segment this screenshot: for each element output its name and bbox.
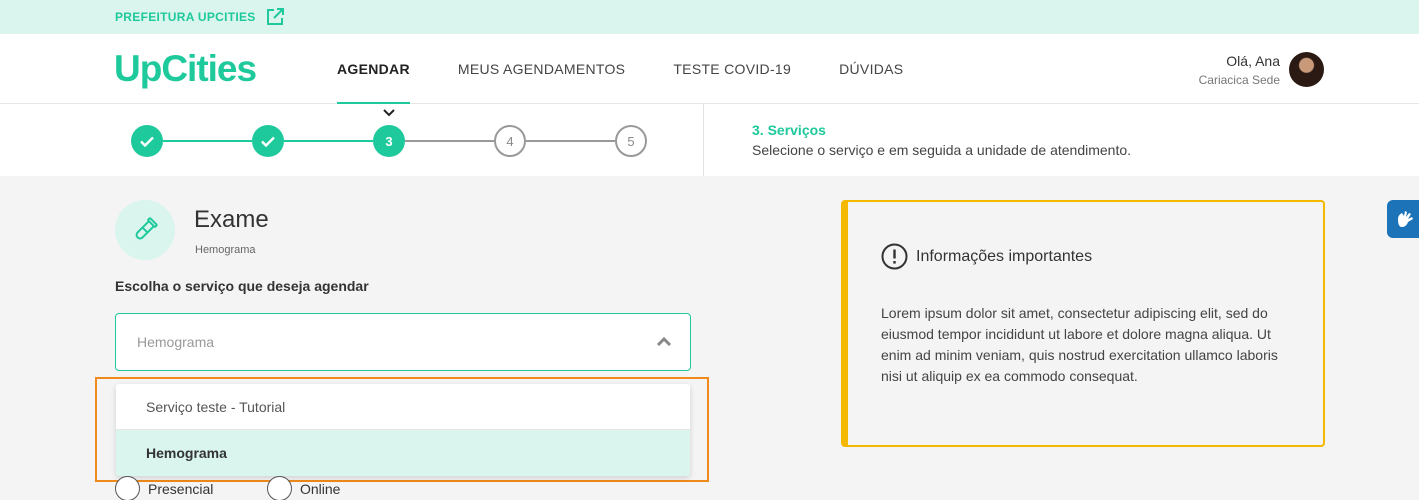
sign-language-icon <box>1398 211 1413 227</box>
logo[interactable]: UpCities <box>114 48 257 90</box>
user-menu[interactable]: Olá, Ana Cariacica Sede <box>1199 52 1324 87</box>
dropdown-option-servico-teste[interactable]: Serviço teste - Tutorial <box>116 384 690 430</box>
user-location: Cariacica Sede <box>1198 72 1280 87</box>
chevron-down-icon <box>383 109 395 117</box>
check-icon <box>261 136 275 147</box>
service-subtitle: Hemograma <box>195 244 256 256</box>
info-text: Lorem ipsum dolor sit amet, consectetur … <box>881 305 1278 384</box>
nav-item-teste-covid[interactable]: TESTE COVID-19 <box>673 34 791 104</box>
radio-label: Online <box>300 480 341 497</box>
radio-circle[interactable] <box>267 476 292 500</box>
user-greeting: Olá, Ana <box>1226 52 1280 69</box>
test-tube-icon <box>115 200 175 260</box>
nav-item-meus-agendamentos[interactable]: MEUS AGENDAMENTOS <box>458 34 625 104</box>
step-2[interactable] <box>252 125 284 157</box>
nav-item-duvidas[interactable]: DÚVIDAS <box>839 34 903 104</box>
prefeitura-link-label: PREFEITURA UPCITIES <box>115 10 256 24</box>
main-nav: AGENDAR MEUS AGENDAMENTOS TESTE COVID-19… <box>337 34 903 104</box>
top-bar: PREFEITURA UPCITIES <box>0 0 1419 34</box>
step-description: Selecione o serviço e em seguida a unida… <box>752 142 1132 158</box>
step-connector <box>284 140 373 142</box>
stepper: 3 4 5 <box>131 125 647 157</box>
step-5: 5 <box>615 125 647 157</box>
user-text: Olá, Ana Cariacica Sede <box>1199 53 1280 87</box>
accessibility-button[interactable] <box>1387 200 1419 238</box>
stepper-bar: 3 4 5 3. Serviços Selecione o serviço e … <box>0 104 1419 176</box>
step-connector <box>163 140 252 142</box>
nav-item-agendar[interactable]: AGENDAR <box>337 34 410 104</box>
dropdown-option-hemograma[interactable]: Hemograma <box>116 430 690 476</box>
exclamation-circle-icon <box>881 243 908 270</box>
step-info: 3. Serviços Selecione o serviço e em seg… <box>752 122 1131 158</box>
header: UpCities AGENDAR MEUS AGENDAMENTOS TESTE… <box>0 34 1419 104</box>
radio-label: Presencial <box>148 480 214 497</box>
step-connector <box>405 140 494 142</box>
avatar[interactable] <box>1289 52 1324 87</box>
check-icon <box>140 136 154 147</box>
radio-online[interactable]: Online <box>267 476 340 500</box>
step-title: 3. Serviços <box>752 122 826 138</box>
info-header: Informações importantes <box>881 243 1092 270</box>
step-connector <box>526 140 615 142</box>
prefeitura-link[interactable]: PREFEITURA UPCITIES <box>115 8 284 26</box>
step-4: 4 <box>494 125 526 157</box>
service-select-label: Escolha o serviço que deseja agendar <box>115 278 369 294</box>
service-title: Exame <box>194 206 269 233</box>
info-title: Informações importantes <box>916 247 1093 265</box>
chevron-up-icon[interactable] <box>656 335 672 347</box>
step-3[interactable]: 3 <box>373 125 405 157</box>
radio-presencial[interactable]: Presencial <box>115 476 213 500</box>
service-select-value: Hemograma <box>137 334 215 350</box>
external-link-icon <box>266 8 284 25</box>
service-select[interactable]: Hemograma <box>115 313 691 371</box>
divider <box>703 104 704 176</box>
radio-circle[interactable] <box>115 476 140 500</box>
step-1[interactable] <box>131 125 163 157</box>
service-dropdown: Serviço teste - Tutorial Hemograma <box>116 384 690 476</box>
info-box: Informações importantes Lorem ipsum dolo… <box>841 200 1325 447</box>
